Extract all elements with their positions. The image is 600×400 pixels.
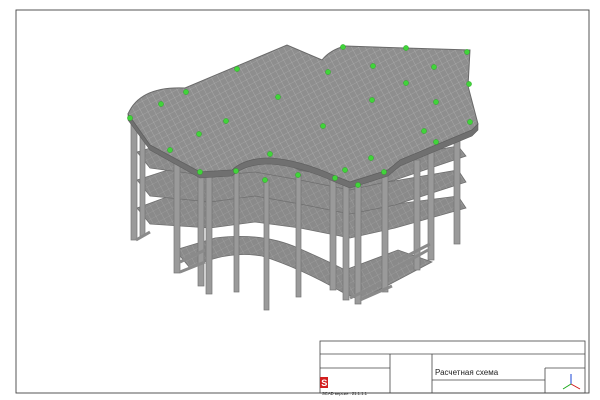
logo-letter: S xyxy=(321,378,327,388)
scad-logo-icon: S xyxy=(320,377,328,388)
scad-version-text: SCAD версия : 21.1.1.1 xyxy=(322,391,368,396)
structure-model xyxy=(127,44,479,311)
title-block xyxy=(319,340,586,394)
drawing-sheet: Расчетная схема S SCAD версия : 21.1.1.1 xyxy=(15,9,590,396)
coordinate-axes-icon xyxy=(562,374,581,390)
scheme-title: Расчетная схема xyxy=(435,368,499,377)
